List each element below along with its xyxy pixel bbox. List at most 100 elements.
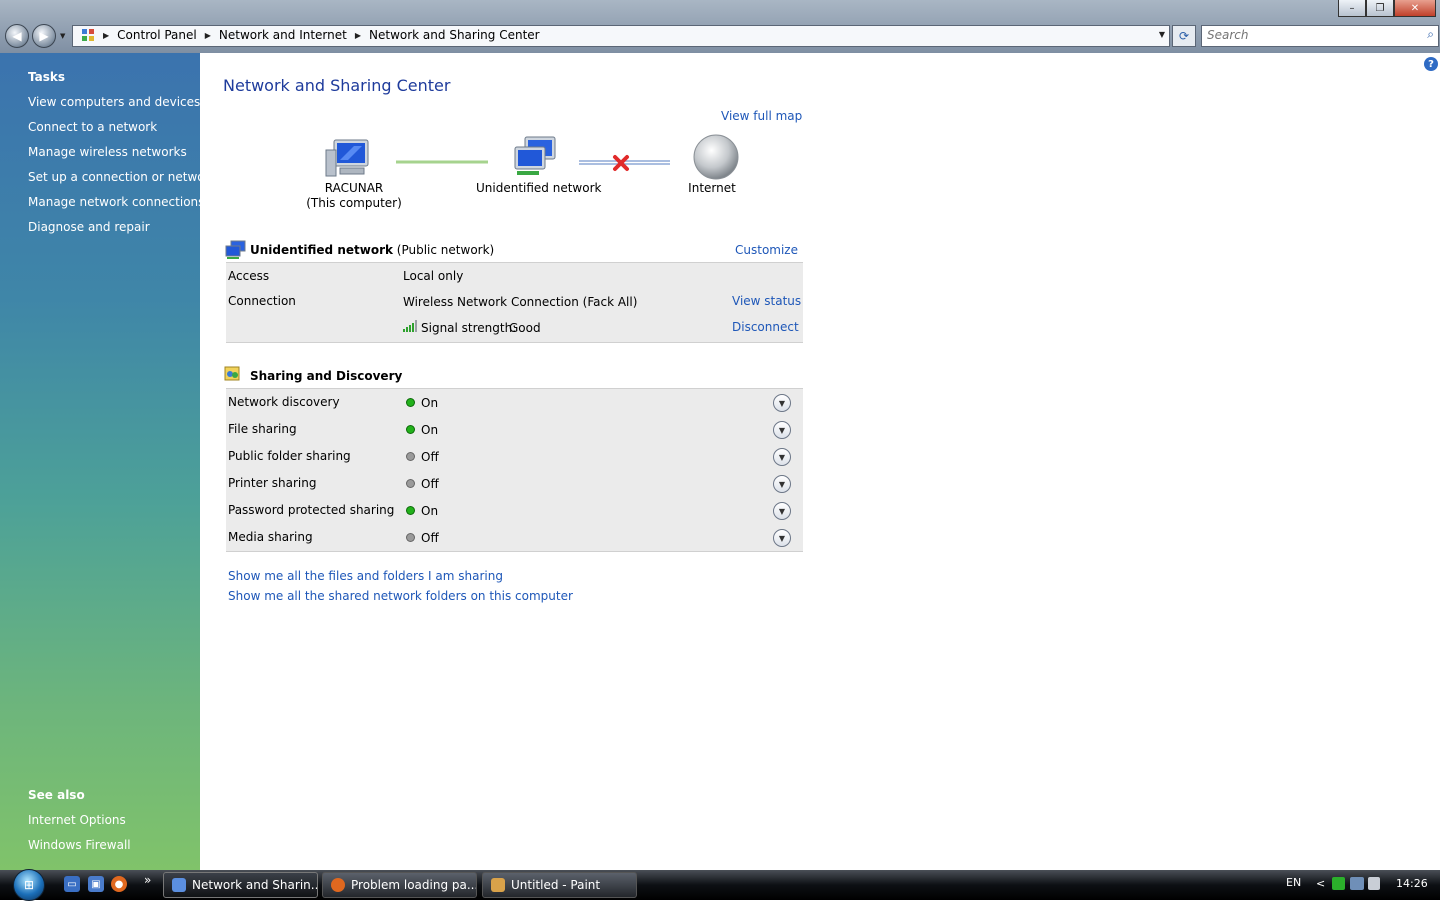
address-dropdown-icon[interactable]: ▼ (1159, 30, 1165, 39)
show-shared-files-link[interactable]: Show me all the files and folders I am s… (228, 569, 503, 583)
chevron-down-icon: ▼ (778, 533, 786, 543)
close-button[interactable]: ✕ (1394, 0, 1436, 17)
system-tray: EN < 14:26 (1280, 870, 1440, 900)
signal-strength-label: Signal strength: (421, 321, 517, 335)
network-small-icon (225, 240, 246, 259)
show-desktop-icon[interactable]: ▭ (64, 876, 80, 892)
back-button[interactable]: ◀ (5, 24, 29, 48)
see-also-internet-options[interactable]: Internet Options (28, 813, 126, 827)
expand-network-discovery-button[interactable]: ▼ (773, 394, 791, 412)
taskbar-window-label: Problem loading pa... (351, 878, 477, 892)
computer-name: RACUNAR (324, 181, 384, 195)
breadcrumb-control-panel[interactable]: Control Panel (117, 28, 197, 42)
expand-printer-sharing-button[interactable]: ▼ (773, 475, 791, 493)
help-button[interactable]: ? (1424, 57, 1438, 71)
task-diagnose-repair[interactable]: Diagnose and repair (28, 220, 150, 234)
expand-media-sharing-button[interactable]: ▼ (773, 529, 791, 547)
internet-globe-icon[interactable] (692, 133, 740, 181)
expand-public-folder-sharing-button[interactable]: ▼ (773, 448, 791, 466)
sharing-row-state: On (421, 504, 439, 518)
show-shared-folders-link[interactable]: Show me all the shared network folders o… (228, 589, 573, 603)
refresh-icon: ⟳ (1178, 29, 1190, 43)
address-bar[interactable]: ▶ Control Panel ▶ Network and Internet ▶… (72, 25, 1170, 47)
sharing-row-state: Off (421, 477, 439, 491)
security-shield-icon[interactable] (1332, 877, 1345, 890)
control-panel-icon (172, 878, 186, 892)
sharing-row-label: Public folder sharing (228, 449, 351, 463)
paint-icon (491, 878, 505, 892)
volume-icon[interactable] (1368, 877, 1380, 890)
quicklaunch-more-icon[interactable]: » (144, 873, 151, 887)
task-view-computers[interactable]: View computers and devices (28, 95, 200, 109)
recent-pages-dropdown-icon[interactable]: ▼ (60, 32, 65, 40)
search-box[interactable]: ⌕ (1201, 25, 1439, 47)
view-full-map-link[interactable]: View full map (721, 109, 802, 123)
firefox-icon[interactable]: ● (111, 876, 127, 892)
see-also-heading: See also (28, 788, 85, 802)
connection-value: Wireless Network Connection (Fack All) (403, 295, 638, 309)
chevron-down-icon: ▼ (778, 398, 786, 408)
expand-file-sharing-button[interactable]: ▼ (773, 421, 791, 439)
view-status-link[interactable]: View status (732, 294, 801, 308)
task-manage-connections[interactable]: Manage network connections (28, 195, 204, 209)
forward-button[interactable]: ▶ (32, 24, 56, 48)
breadcrumb-network-and-sharing-center[interactable]: Network and Sharing Center (369, 28, 540, 42)
breadcrumb-separator-icon[interactable]: ▶ (103, 31, 109, 40)
language-indicator[interactable]: EN (1286, 876, 1301, 889)
page-title: Network and Sharing Center (223, 76, 451, 95)
taskbar-window-paint[interactable]: Untitled - Paint (482, 872, 637, 898)
window-chrome: – ❐ ✕ ◀ ▶ ▼ ▶ Control Panel ▶ Network an… (0, 0, 1440, 53)
sharing-row-label: Media sharing (228, 530, 313, 544)
forward-arrow-icon: ▶ (39, 29, 49, 43)
task-pane: Tasks View computers and devices Connect… (0, 53, 216, 870)
status-off-icon (407, 534, 414, 541)
sharing-row-state: On (421, 423, 439, 437)
breadcrumb-separator-icon[interactable]: ▶ (355, 31, 361, 40)
disconnect-link[interactable]: Disconnect (732, 320, 799, 334)
computer-icon[interactable] (324, 136, 374, 180)
chevron-down-icon: ▼ (778, 479, 786, 489)
clock[interactable]: 14:26 (1396, 877, 1428, 890)
expand-password-sharing-button[interactable]: ▼ (773, 502, 791, 520)
task-manage-wireless[interactable]: Manage wireless networks (28, 145, 187, 159)
internet-label: Internet (688, 181, 736, 195)
no-connection-x-icon (613, 155, 629, 171)
switch-windows-icon[interactable]: ▣ (88, 876, 104, 892)
tasks-heading: Tasks (28, 70, 66, 84)
start-button[interactable]: ⊞ (8, 869, 50, 901)
task-connect-to-network[interactable]: Connect to a network (28, 120, 157, 134)
chevron-down-icon: ▼ (778, 506, 786, 516)
access-label: Access (228, 269, 270, 283)
maximize-button[interactable]: ❐ (1366, 0, 1394, 17)
chevron-down-icon: ▼ (778, 452, 786, 462)
main-content: ? Network and Sharing Center View full m… (200, 53, 1440, 870)
taskbar-window-network[interactable]: Network and Sharin... (163, 872, 318, 898)
status-off-icon (407, 480, 414, 487)
minimize-button[interactable]: – (1338, 0, 1366, 17)
access-value: Local only (403, 269, 464, 283)
search-input[interactable] (1202, 26, 1407, 44)
network-tray-icon[interactable] (1350, 877, 1364, 890)
sharing-row-label: File sharing (228, 422, 297, 436)
control-panel-icon (82, 29, 94, 41)
windows-logo-icon: ⊞ (13, 869, 45, 901)
sharing-row-label: Printer sharing (228, 476, 317, 490)
network-icon[interactable] (511, 135, 561, 179)
taskbar-window-firefox[interactable]: Problem loading pa... (322, 872, 477, 898)
status-off-icon (407, 453, 414, 460)
network-name-bold: Unidentified network (250, 243, 393, 257)
sharing-row-label: Password protected sharing (228, 503, 395, 517)
customize-link[interactable]: Customize (735, 243, 798, 257)
sharing-row-state: Off (421, 450, 439, 464)
show-hidden-icons-button[interactable]: < (1316, 877, 1325, 890)
search-icon[interactable]: ⌕ (1427, 27, 1434, 42)
task-setup-connection[interactable]: Set up a connection or network (28, 170, 216, 184)
status-on-icon (407, 507, 414, 514)
breadcrumb-separator-icon[interactable]: ▶ (205, 31, 211, 40)
breadcrumb-network-and-internet[interactable]: Network and Internet (219, 28, 347, 42)
see-also-windows-firewall[interactable]: Windows Firewall (28, 838, 131, 852)
sharing-section-title: Sharing and Discovery (250, 369, 403, 383)
taskbar-window-label: Network and Sharin... (192, 878, 318, 892)
refresh-button[interactable]: ⟳ (1172, 25, 1196, 47)
computer-subtitle: (This computer) (306, 196, 402, 210)
